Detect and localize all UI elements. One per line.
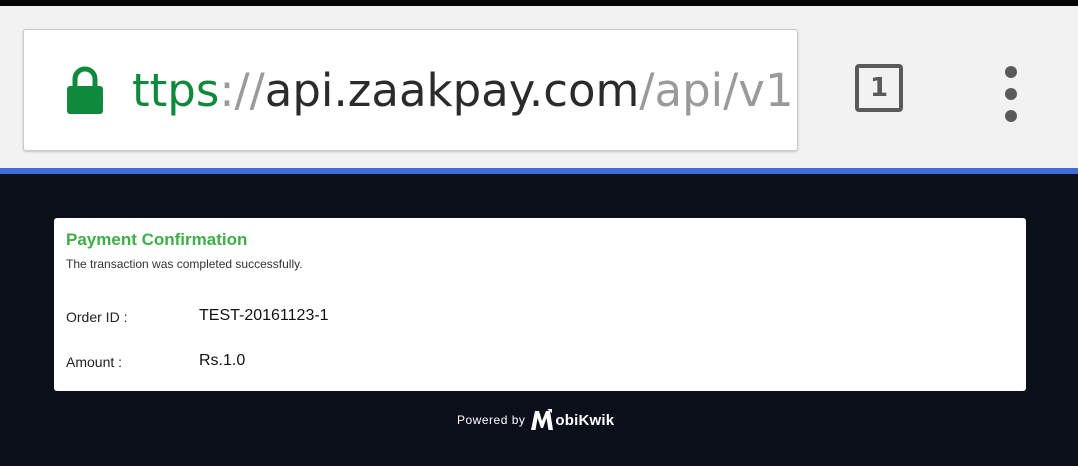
page-load-progress-bar [0,168,1078,174]
url-host: api.zaakpay.com [264,64,640,117]
tab-switcher-button[interactable]: 1 [855,64,903,112]
url-separator: :// [219,64,265,117]
address-bar[interactable]: ttps://api.zaakpay.com/api/v1 [23,29,798,151]
browser-toolbar: ttps://api.zaakpay.com/api/v1 1 [0,6,1078,168]
order-id-label: Order ID : [66,309,128,325]
payment-confirmation-card: Payment Confirmation The transaction was… [54,218,1026,391]
mobikwik-logo: obiKwik [530,408,614,432]
brand-name: obiKwik [555,411,615,429]
amount-value: Rs.1.0 [199,352,246,369]
status-message: The transaction was completed successful… [66,257,303,271]
url-path: /api/v1 [639,64,794,117]
mobikwik-mark-icon [531,409,554,430]
powered-by-footer: Powered by obiKwik [457,406,614,434]
menu-dot [1005,110,1017,122]
url-scheme: ttps [132,64,220,117]
amount-label: Amount : [66,354,123,370]
lock-icon [67,66,103,114]
page-title: Payment Confirmation [66,230,248,249]
more-vert-icon[interactable] [995,66,1027,122]
powered-by-label: Powered by [457,413,526,427]
url-text[interactable]: ttps://api.zaakpay.com/api/v1 [132,56,794,126]
menu-dot [1005,66,1017,78]
order-id-value: TEST-20161123-1 [199,307,329,324]
menu-dot [1005,88,1017,100]
